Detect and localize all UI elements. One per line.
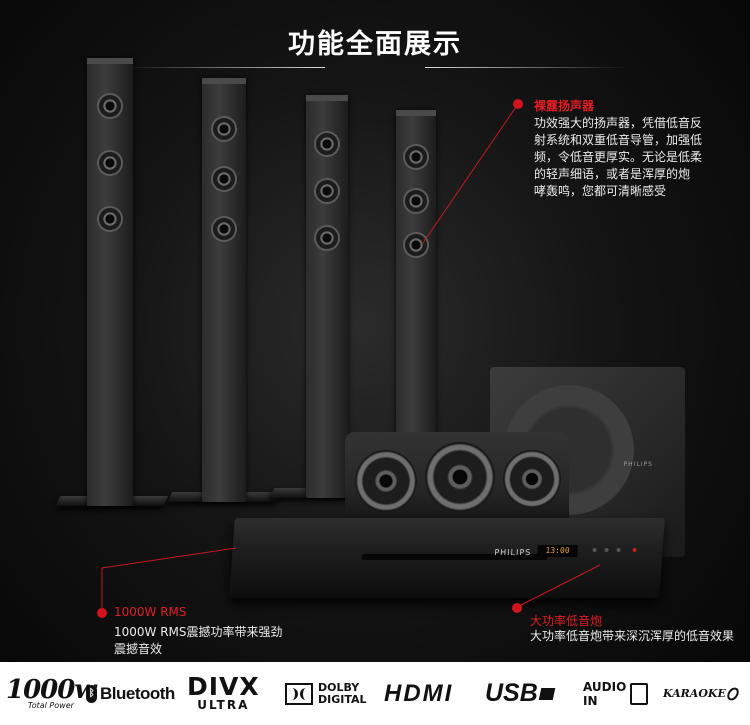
annotation-subwoofer-text: 大功率低音炮带来深沉浑厚的低音效果 xyxy=(530,629,735,643)
bluetooth-logo: ᛒ Bluetooth xyxy=(86,662,175,725)
annotation-power-title: 1000W RMS xyxy=(114,605,187,619)
usb-plug-icon xyxy=(538,687,556,700)
audio-in-logo: AUDIO IN xyxy=(583,662,649,725)
annotation-speakers-title: 裸露扬声器 xyxy=(534,99,595,113)
hdmi-logo: HDMI xyxy=(384,679,454,707)
usb-logo: USB xyxy=(485,662,556,725)
annotation-speakers-text: 功效强大的扬声器，凭借低音反 射系统和双重低音导管，加强低 频，令低音更厚实。无… xyxy=(534,116,703,198)
dolby-digital-logo: DOLBY DIGITAL xyxy=(285,662,367,725)
karaoke-logo: KARAOKE xyxy=(663,662,741,725)
audio-device-icon xyxy=(630,682,649,705)
annotation-marker xyxy=(513,99,523,109)
bluetooth-icon: ᛒ xyxy=(86,684,97,703)
annotation-subwoofer-title: 大功率低音炮 xyxy=(530,614,603,628)
annotation-power-text: 1000W RMS震撼功率带来强劲 震撼音效 xyxy=(114,625,283,656)
annotation-lines xyxy=(101,103,601,612)
power-1000w-logo: 1000w Total Power xyxy=(6,675,97,710)
product-feature-banner: 功能全面展示 PHILIPS PHILIPS 13:00 裸露扬声器 功效强大的… xyxy=(0,0,750,725)
microphone-icon xyxy=(724,684,741,703)
feature-logo-bar: 1000w Total Power ᛒ Bluetooth DIVX ULTRA… xyxy=(0,662,750,725)
dolby-double-d-icon xyxy=(285,682,313,705)
annotation-marker xyxy=(97,608,107,618)
annotation-marker xyxy=(512,603,522,613)
divx-ultra-logo: DIVX ULTRA xyxy=(187,671,260,712)
